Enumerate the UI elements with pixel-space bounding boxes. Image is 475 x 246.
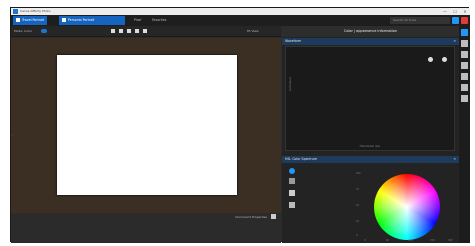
collapse-left-icon[interactable]: ‹ <box>12 133 13 137</box>
canvas-area[interactable] <box>11 38 281 213</box>
x-tick: 270 <box>430 239 435 242</box>
tab-pixel[interactable]: Pixel <box>131 16 144 25</box>
notification-icon[interactable] <box>461 17 468 24</box>
tab-travel-portrait[interactable]: Travel Portrait <box>13 16 48 25</box>
marker-dot[interactable] <box>442 57 447 62</box>
app-logo-icon <box>13 9 18 14</box>
tab-personal-portrait[interactable]: Personal Portrait <box>59 16 125 25</box>
y-tick: 25 <box>356 220 360 223</box>
color-wheel[interactable] <box>374 174 440 240</box>
sliders-icon[interactable] <box>289 178 295 184</box>
export-icon[interactable] <box>461 95 468 102</box>
x-tick: 90 <box>386 239 390 242</box>
minimize-icon[interactable]: — <box>440 8 450 15</box>
y-tick: 100 <box>356 172 361 175</box>
window-title: Canva Affinity Photo <box>20 9 51 13</box>
spectrum-section-header[interactable]: HSL Color Spectrum ✕ <box>282 156 459 163</box>
search-input[interactable]: Search all tools <box>390 17 450 24</box>
fx-icon[interactable] <box>461 73 468 80</box>
tab-label: Travel Portrait <box>22 18 45 22</box>
brush-icon[interactable] <box>119 29 123 33</box>
plot-x-label: Horizontal (px) <box>359 144 381 148</box>
color-icon[interactable] <box>461 29 468 36</box>
waveform-plot: Luminance Horizontal (px) <box>285 46 455 151</box>
grid-icon[interactable] <box>111 29 115 33</box>
maximize-icon[interactable]: ☐ <box>450 8 460 15</box>
mode-label: Mode: Color <box>14 29 32 33</box>
eyedropper-icon[interactable] <box>289 190 295 196</box>
toolbar: Mode: Color Fit View <box>11 26 281 37</box>
y-tick: 50 <box>356 204 360 207</box>
canvas-footer: Document Properties <box>11 213 281 243</box>
fit-view-button[interactable]: Fit View <box>247 29 259 33</box>
mode-toggle[interactable] <box>41 29 47 33</box>
right-toolstrip <box>459 26 470 243</box>
close-icon[interactable]: ✕ <box>453 156 456 163</box>
swatch-icon[interactable] <box>289 202 295 208</box>
adjust-icon[interactable] <box>461 62 468 69</box>
color-tools <box>282 166 304 243</box>
settings-icon[interactable] <box>271 214 276 219</box>
history-icon[interactable] <box>461 84 468 91</box>
document-canvas[interactable] <box>57 55 237 195</box>
menu-bar: Travel Portrait Personal Portrait Pixel … <box>11 15 470 26</box>
y-tick: 75 <box>356 188 360 191</box>
panel-title: Color | appearance information <box>282 26 459 37</box>
section-title: HSL Color Spectrum <box>285 157 317 161</box>
marker-dot[interactable] <box>428 57 433 62</box>
camera-icon[interactable] <box>143 29 147 33</box>
section-title: Waveform <box>285 39 302 43</box>
y-tick: 0 <box>356 234 358 237</box>
layers-icon <box>16 18 20 22</box>
pen-icon[interactable] <box>127 29 131 33</box>
tab-label: Personal Portrait <box>68 18 95 22</box>
app-window: Canva Affinity Photo — ☐ ✕ Travel Portra… <box>10 7 470 243</box>
color-spectrum: 100 75 50 25 0 0 90 180 270 360 <box>356 168 456 243</box>
close-icon[interactable]: ✕ <box>460 8 470 15</box>
title-bar: Canva Affinity Photo — ☐ ✕ <box>11 8 470 15</box>
user-icon[interactable] <box>452 17 459 24</box>
x-tick: 0 <box>364 239 366 242</box>
eraser-icon[interactable] <box>135 29 139 33</box>
plot-y-label: Luminance <box>289 77 292 92</box>
x-tick: 360 <box>448 239 453 242</box>
close-icon[interactable]: ✕ <box>453 38 456 45</box>
right-panel: Color | appearance information Waveform … <box>282 26 459 243</box>
x-tick: 180 <box>408 239 413 242</box>
waveform-section-header[interactable]: Waveform ✕ <box>282 38 459 45</box>
color-wheel-icon[interactable] <box>289 168 295 174</box>
layers-icon[interactable] <box>461 40 468 47</box>
tab-favorites[interactable]: Favorites <box>149 16 169 25</box>
layers-icon <box>62 18 66 22</box>
brush-icon[interactable] <box>461 51 468 58</box>
document-properties-label[interactable]: Document Properties <box>235 215 267 219</box>
